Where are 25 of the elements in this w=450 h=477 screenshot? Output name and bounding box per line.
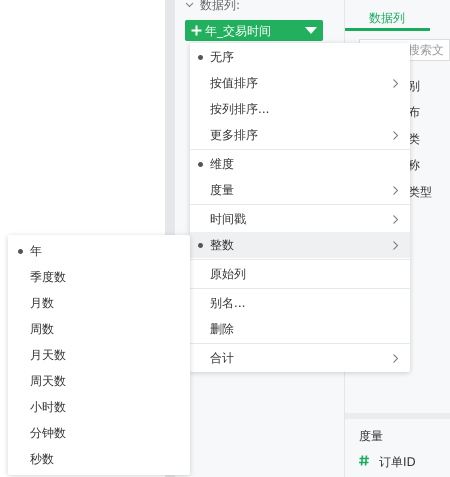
menu-item[interactable]: 别名... — [190, 290, 410, 316]
menu-item[interactable]: 按列排序... — [190, 96, 410, 122]
menu-item[interactable]: 更多排序 — [190, 122, 410, 148]
menu-item[interactable]: 月数 — [8, 290, 190, 316]
menu-item[interactable]: 月天数 — [8, 342, 190, 368]
menu-item[interactable]: 原始列 — [190, 261, 410, 287]
menu-item[interactable]: 周天数 — [8, 368, 190, 394]
menu-item[interactable]: 周数 — [8, 316, 190, 342]
menu-item[interactable]: 按值排序 — [190, 70, 410, 96]
menu-item[interactable]: 小时数 — [8, 394, 190, 420]
menu-item[interactable]: 分钟数 — [8, 420, 190, 446]
menu-item[interactable]: 秒数 — [8, 446, 190, 472]
menu-item[interactable]: 年 — [8, 238, 190, 264]
menu-item[interactable]: 时间戳 — [190, 206, 410, 232]
menu-item[interactable]: 整数 — [190, 232, 410, 258]
menu-item[interactable]: 无序 — [190, 44, 410, 70]
menu-item[interactable]: 删除 — [190, 316, 410, 342]
menu-item[interactable]: 季度数 — [8, 264, 190, 290]
plus-icon — [191, 25, 202, 36]
menu-item[interactable]: 合计 — [190, 345, 410, 371]
section-heading: 度量 — [359, 428, 384, 445]
menu-item[interactable]: 维度 — [190, 151, 410, 177]
field-item[interactable]: 订单ID — [379, 453, 416, 471]
menu-item[interactable]: 度量 — [190, 177, 410, 203]
caret-icon — [305, 27, 317, 34]
